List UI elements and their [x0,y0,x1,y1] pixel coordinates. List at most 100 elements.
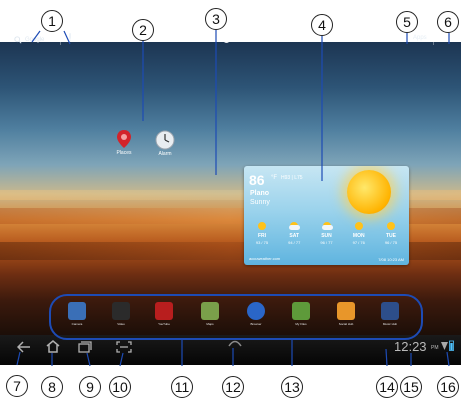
youtube-icon [155,302,173,320]
callout-10: 10 [109,376,131,398]
day-range: 96 / 75 [384,240,398,245]
forecast-row: FRI 93 / 75 SAT 94 / 77 SUN 96 / 77 MON … [248,221,405,245]
clock-icon [155,130,175,150]
callout-4: 4 [311,14,333,36]
forecast-day: SAT 94 / 77 [280,221,308,245]
shortcut-label: Alarm [158,151,172,157]
sun-icon [256,221,268,231]
temperature-unit: °F [271,175,278,181]
dock-item-youtube[interactable]: YouTube [153,302,175,326]
dock-item-maps[interactable]: Maps [199,302,221,326]
callout-12: 12 [222,376,244,398]
day-range: 97 / 76 [352,240,365,245]
apps-label: Apps [413,35,427,41]
dock-item-camera[interactable]: Camera [66,302,88,326]
voice-search-icon[interactable] [68,33,72,43]
dock-label: My Files [295,322,307,326]
dock-label: YouTube [158,322,170,326]
search-label: Google [25,37,45,43]
places-shortcut[interactable]: Places [113,128,135,156]
sun-icon [347,170,391,214]
forecast-day: SUN 96 / 77 [313,221,341,245]
weather-brand: accuweather.com [249,256,281,261]
callout-6: 6 [437,11,459,33]
screen-capture-icon[interactable] [116,341,132,353]
divider [60,35,61,45]
dock-item-browser[interactable]: Browser [245,302,267,326]
city-name: Plano [250,190,270,197]
page-dot [199,38,202,41]
wifi-signal-icon [441,342,448,350]
home-screen-indicator[interactable] [199,36,254,43]
search-icon [14,36,22,44]
dock-label: Video [117,322,125,326]
day-name: SUN [321,233,332,239]
map-pin-icon [117,130,131,148]
sun-icon [353,221,365,231]
recent-apps-icon[interactable] [78,341,92,353]
weather-condition: Sunny [250,199,270,206]
dock-label: Maps [206,322,214,326]
partly-cloudy-icon [321,221,333,231]
dock-label: Social Hub [338,322,354,326]
page-dot [239,38,242,41]
dock-label: Camera [71,322,83,326]
callout-3: 3 [205,8,227,30]
apps-grid-icon [402,35,410,41]
current-temperature: 86 [249,172,265,188]
google-search-bar[interactable]: Google [14,36,44,44]
dock-item-my-files[interactable]: My Files [290,302,312,326]
day-range: 93 / 75 [255,240,269,245]
forecast-day: FRI 93 / 75 [248,221,276,245]
callout-2: 2 [132,19,154,41]
dock-label: Browser [250,322,262,326]
callout-9: 9 [79,376,101,398]
music-hub-icon [381,302,399,320]
day-name: SAT [289,233,300,239]
dock-item-music-hub[interactable]: Music Hub [379,302,401,326]
maps-icon [201,302,219,320]
day-range: 96 / 77 [320,240,333,245]
dock-label: Music Hub [382,322,398,326]
day-name: FRI [257,233,267,239]
annotated-screenshot: Google Apps + Places Alarm 86 °F H93 | L… [0,0,461,405]
high-low: H93 | L75 [281,175,303,181]
day-name: TUE [386,233,396,239]
social-hub-icon [337,302,355,320]
weather-updated: 7/08 10:23 AM [378,257,404,262]
dock-item-video[interactable]: Video [110,302,132,326]
day-name: MON [352,233,365,239]
my-files-icon [292,302,310,320]
home-icon[interactable] [46,340,60,353]
sun-icon [385,221,397,231]
apps-button[interactable]: Apps [402,35,427,41]
divider [433,33,434,45]
battery-icon [449,340,454,351]
page-dot [251,38,254,41]
callout-8: 8 [41,376,63,398]
mini-apps-tray-icon[interactable] [228,339,242,347]
partly-cloudy-icon [288,221,301,231]
callout-13: 13 [281,376,303,398]
day-range: 94 / 77 [288,240,301,245]
video-player-icon [112,302,130,320]
primary-shortcuts-outline [49,294,423,340]
callout-7: 7 [6,375,28,397]
camera-icon [68,302,86,320]
clock[interactable]: 12:23 [394,339,427,354]
callout-16: 16 [437,376,459,398]
page-dot-current [223,36,230,43]
weather-widget[interactable]: 86 °F H93 | L75 Plano Sunny FRI 93 / 75 … [244,166,409,265]
alarm-shortcut[interactable]: Alarm [154,129,176,157]
callout-14: 14 [376,376,398,398]
clock-ampm: PM [431,345,439,351]
forecast-day: TUE 96 / 75 [377,221,405,245]
callout-11: 11 [171,376,193,398]
back-icon[interactable] [17,341,31,353]
page-dot [211,38,214,41]
dock-item-social-hub[interactable]: Social Hub [335,302,357,326]
forecast-day: MON 97 / 76 [345,221,373,245]
browser-icon [247,302,265,320]
callout-15: 15 [400,376,422,398]
callout-5: 5 [396,11,418,33]
